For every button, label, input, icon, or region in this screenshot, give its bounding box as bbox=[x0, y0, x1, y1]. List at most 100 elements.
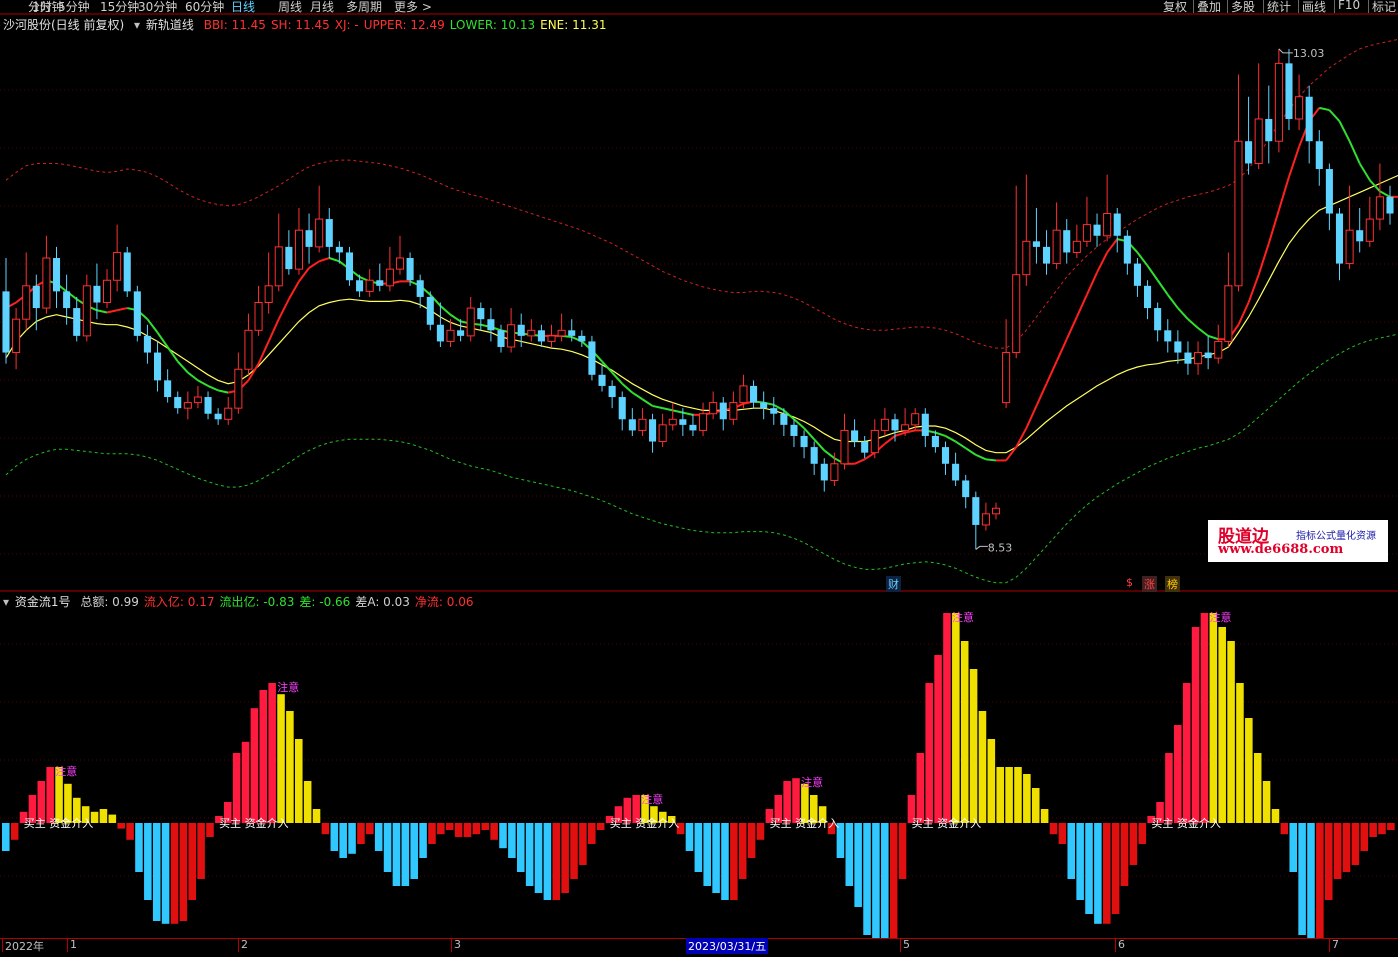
flow-bar bbox=[1049, 823, 1058, 835]
candle-body-up bbox=[1194, 352, 1203, 365]
candle-body-up bbox=[365, 279, 374, 292]
candle-body-up bbox=[658, 424, 667, 443]
flow-bar bbox=[934, 655, 942, 823]
x-tick-label: 6 bbox=[1118, 938, 1125, 951]
inflow-label: 买主 资金介入 bbox=[610, 816, 680, 830]
xj-segment bbox=[985, 458, 997, 462]
flow-bar bbox=[366, 823, 374, 835]
low-marker bbox=[975, 545, 988, 550]
candle-body-down bbox=[406, 258, 414, 281]
x-tick-mark bbox=[67, 938, 68, 952]
xj-segment bbox=[1025, 405, 1038, 429]
flow-bar bbox=[1191, 627, 1200, 823]
candle-body-down bbox=[1174, 341, 1182, 353]
xj-segment bbox=[864, 451, 876, 461]
flow-bar bbox=[1307, 823, 1315, 938]
flow-bar bbox=[588, 823, 596, 844]
flow-bar bbox=[1094, 823, 1102, 924]
flow-bar bbox=[1129, 823, 1138, 865]
xj-segment bbox=[662, 407, 673, 412]
candle-body-up bbox=[1375, 196, 1384, 220]
flow-bar bbox=[170, 823, 179, 924]
flow-bar bbox=[357, 823, 365, 844]
candle-body-up bbox=[527, 329, 536, 337]
low-label: 8.53 bbox=[988, 541, 1013, 554]
candle-body-up bbox=[1072, 240, 1081, 253]
main-price-chart[interactable]: 13.03 8.53 bbox=[0, 0, 1398, 592]
xj-segment bbox=[1086, 272, 1098, 296]
candle-body-up bbox=[668, 418, 677, 426]
event-badge-3[interactable]: 榜 bbox=[1165, 576, 1180, 592]
flow-bar bbox=[437, 823, 445, 835]
candle-body-down bbox=[143, 335, 151, 353]
flow-bar bbox=[179, 823, 188, 921]
flow-bar bbox=[348, 823, 356, 854]
flow-bar bbox=[1218, 627, 1226, 823]
flow-bar bbox=[286, 711, 294, 823]
candle-body-down bbox=[285, 246, 293, 270]
xj-segment bbox=[439, 305, 452, 316]
candle-body-down bbox=[588, 341, 596, 375]
event-badge-2[interactable]: 涨 bbox=[1142, 576, 1157, 592]
candle-body-up bbox=[1002, 352, 1011, 404]
candle-body-down bbox=[719, 402, 727, 420]
xj-segment bbox=[277, 298, 290, 320]
lower-band-line bbox=[5, 333, 1398, 584]
candle-body-up bbox=[1274, 62, 1283, 142]
flow-bar bbox=[277, 694, 285, 823]
candle-body-down bbox=[416, 280, 424, 297]
candle-body-down bbox=[760, 402, 768, 409]
flow-bar bbox=[2, 823, 10, 851]
xj-segment bbox=[1369, 179, 1381, 192]
candle-body-up bbox=[193, 396, 202, 404]
flow-bar bbox=[889, 823, 898, 938]
candle-body-down bbox=[568, 330, 576, 336]
flow-bar bbox=[1085, 823, 1093, 914]
flow-bar bbox=[1165, 753, 1173, 823]
main-info-line: 沙河股份(日线 前复权) ▾ 新轨道线 BBI: 11.45 SH: 11.45 X… bbox=[3, 16, 617, 33]
flow-bar bbox=[960, 641, 969, 823]
candle-body-down bbox=[345, 252, 354, 281]
watermark-subtitle: 指标公式量化资源 bbox=[1296, 531, 1376, 542]
xj-segment bbox=[1065, 316, 1078, 340]
xj-segment bbox=[1005, 446, 1018, 462]
sub-indicator-toggle-icon[interactable]: ▾ bbox=[3, 595, 9, 609]
watermark-url: www.de6688.com bbox=[1218, 542, 1344, 557]
x-tick-mark bbox=[238, 938, 239, 952]
candle-body-down bbox=[1245, 141, 1253, 164]
sub-value-0: 总额: 0.99 bbox=[80, 595, 139, 609]
event-badge-0[interactable]: 财 bbox=[886, 576, 901, 592]
candle-body-down bbox=[820, 463, 828, 481]
sub-indicator-name[interactable]: 资金流1号 bbox=[15, 595, 71, 609]
candle-body-down bbox=[457, 330, 465, 336]
candle-body-down bbox=[598, 374, 606, 386]
flow-bar bbox=[543, 823, 552, 900]
inflow-label: 买主 资金介入 bbox=[24, 816, 94, 830]
flow-bar bbox=[1236, 683, 1244, 823]
candle-body-up bbox=[1234, 140, 1243, 287]
xj-segment bbox=[631, 391, 643, 401]
flow-bar bbox=[10, 823, 19, 840]
candle-body-up bbox=[315, 218, 324, 248]
candle-body-down bbox=[861, 441, 869, 453]
inflow-label: 买主 资金介入 bbox=[219, 816, 288, 830]
flow-bar bbox=[410, 823, 418, 879]
flow-bar bbox=[499, 823, 507, 849]
flow-bar bbox=[1262, 781, 1271, 823]
candle-body-up bbox=[1224, 285, 1233, 342]
attention-label: 注意 bbox=[641, 792, 663, 806]
candle-body-up bbox=[699, 413, 708, 431]
flow-bar bbox=[987, 739, 996, 823]
main-indicator-name[interactable]: 新轨道线 bbox=[146, 18, 194, 32]
event-badge-1[interactable]: $ bbox=[1124, 576, 1135, 589]
candle-body-down bbox=[1113, 213, 1121, 236]
flow-bar bbox=[978, 711, 987, 823]
xj-segment bbox=[1146, 265, 1159, 281]
indicator-toggle-icon[interactable]: ▾ bbox=[134, 18, 140, 32]
candle-body-up bbox=[1345, 229, 1354, 265]
candle-body-down bbox=[649, 419, 657, 442]
xj-segment bbox=[106, 309, 118, 314]
candle-body-down bbox=[1325, 169, 1333, 214]
fund-flow-chart[interactable]: 注意买主 资金介入 注意买主 资金介入 注意买主 资金介入 注意买主 资金介入 注意买主… bbox=[0, 592, 1398, 938]
flow-bar bbox=[330, 823, 339, 851]
